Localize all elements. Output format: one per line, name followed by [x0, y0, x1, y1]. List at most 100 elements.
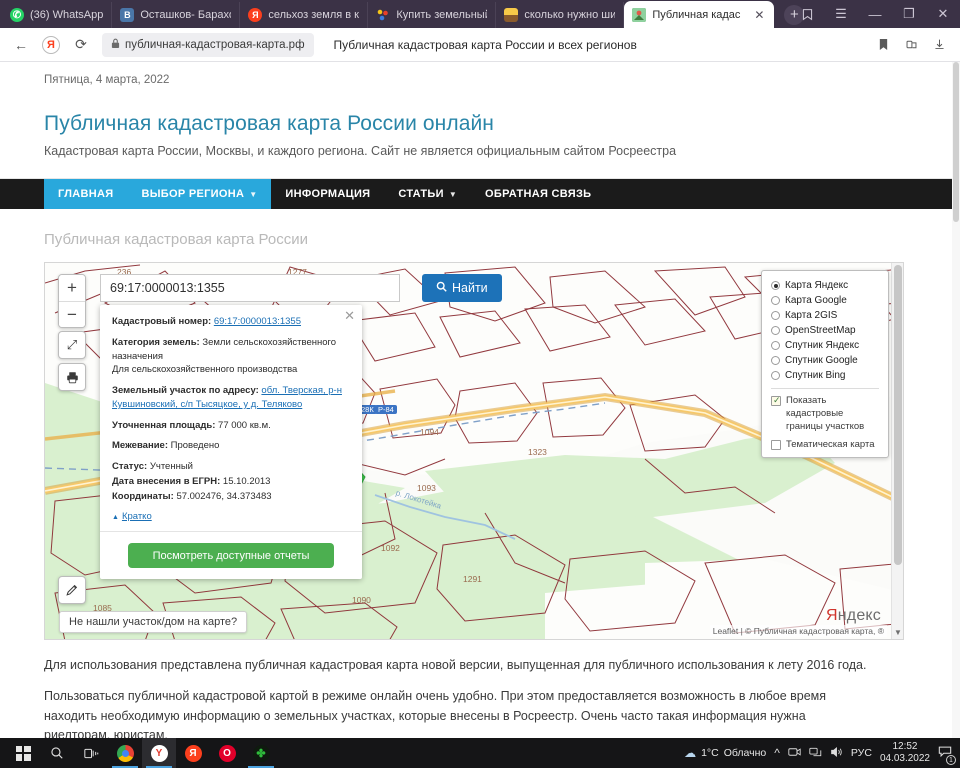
printer-icon	[59, 364, 85, 390]
nav-item-articles[interactable]: СТАТЬИ ▼	[384, 179, 471, 209]
page-scrollbar[interactable]	[952, 62, 960, 738]
parcel-info-popup: ✕ Кадастровый номер: 69:17:0000013:1355 …	[100, 305, 362, 580]
browser-tab-skolko[interactable]: сколько нужно ши	[496, 2, 625, 28]
cadastral-map[interactable]: 236 1277 238 1259 1259 233 234 299/2 109…	[44, 262, 904, 640]
view-reports-button[interactable]: Посмотреть доступные отчеты	[128, 543, 334, 569]
minimize-button[interactable]: —	[858, 0, 892, 28]
fullscreen-control[interactable]: ⤢	[58, 331, 86, 359]
address-bar[interactable]: публичная-кадастровая-карта.рф	[102, 32, 314, 57]
language-indicator[interactable]: РУС	[851, 747, 872, 759]
layer-checkbox-cadastral-borders[interactable]: Показать кадастровые границы участков	[771, 394, 879, 433]
info-label: Уточненная площадь:	[112, 419, 216, 431]
site-title: Публичная кадастровая карта России онлай…	[44, 112, 495, 135]
browser-tab-whatsapp[interactable]: (36) WhatsApp	[2, 2, 113, 28]
collections-panel-icon[interactable]	[898, 32, 924, 58]
back-button[interactable]: ←	[8, 32, 34, 58]
nav-item-feedback[interactable]: ОБРАТНАЯ СВЯЗЬ	[471, 179, 605, 209]
tab-title: сельхоз земля в ку	[268, 9, 360, 21]
volume-icon[interactable]	[830, 746, 843, 761]
show-hidden-icons-button[interactable]: ^	[774, 746, 780, 760]
taskbar-app-yandex-browser[interactable]: Y	[142, 738, 176, 768]
cadastral-number-link[interactable]: 69:17:0000013:1355	[214, 316, 301, 327]
map-attribution: Leaflet | © Публичная кадастровая карта,…	[709, 625, 887, 637]
notification-center-button[interactable]: 1	[938, 745, 956, 765]
layer-label: Карта Google	[785, 295, 847, 306]
info-label: Кадастровый номер:	[112, 316, 212, 327]
layer-checkbox-thematic-map[interactable]: Тематическая карта	[771, 438, 879, 451]
info-area: Уточненная площадь: 77 000 кв.м.	[112, 419, 350, 433]
print-control[interactable]	[58, 363, 86, 391]
not-found-parcel-button[interactable]: Не нашли участок/дом на карте?	[59, 611, 248, 633]
info-label: Межевание:	[112, 440, 168, 452]
reload-button[interactable]: ⟳	[68, 32, 94, 58]
browser-tab-kupit[interactable]: Купить земельный	[368, 2, 497, 28]
checkbox-label: Тематическая карта	[786, 439, 875, 450]
chevron-down-icon: ▼	[448, 189, 458, 199]
layer-label: Карта 2GIS	[785, 310, 838, 321]
layer-option-google-map[interactable]: Карта Google	[771, 293, 879, 308]
search-input[interactable]	[100, 274, 400, 302]
map-layers-panel: Карта Яндекс Карта Google Карта 2GIS Ope…	[761, 270, 889, 458]
layer-option-yandex-satellite[interactable]: Спутник Яндекс	[771, 338, 879, 353]
start-button[interactable]	[6, 738, 40, 768]
layer-option-yandex-map[interactable]: Карта Яндекс	[771, 278, 879, 293]
layer-option-bing-satellite[interactable]: Спутник Bing	[771, 368, 879, 383]
zoom-in-button[interactable]: +	[59, 275, 85, 301]
maximize-button[interactable]: ❐	[892, 0, 926, 28]
nav-label: СТАТЬИ	[398, 188, 444, 200]
taskbar-app-clover[interactable]: ✤	[244, 738, 278, 768]
collapse-toggle[interactable]: ▲ Кратко	[112, 511, 152, 522]
yandex-browser-icon: Y	[150, 744, 168, 762]
layer-option-openstreetmap[interactable]: OpenStreetMap	[771, 323, 879, 338]
measure-control[interactable]	[58, 576, 86, 604]
cloud-icon: ☁	[684, 746, 697, 760]
close-icon[interactable]: ✕	[344, 309, 355, 322]
close-button[interactable]: ✕	[926, 0, 960, 28]
yandex-logo-letter: Я	[825, 607, 838, 624]
taskbar-app-opera[interactable]: O	[210, 738, 244, 768]
nav-item-home[interactable]: ГЛАВНАЯ	[44, 179, 128, 209]
bookmark-icon[interactable]	[870, 32, 896, 58]
taskbar-apps: Y Я O ✤	[0, 738, 278, 768]
windows-icon	[15, 745, 31, 761]
zoom-out-button[interactable]: −	[59, 301, 85, 327]
taskbar-app-yandex[interactable]: Я	[176, 738, 210, 768]
browser-tab-yandex-search[interactable]: Я сельхоз земля в ку	[240, 2, 369, 28]
search-button[interactable]: Найти	[422, 274, 502, 302]
tab-title: Публичная кадас	[652, 8, 741, 21]
info-label: Координаты:	[112, 490, 174, 502]
chevron-down-icon[interactable]: ▼	[893, 628, 903, 637]
downloads-icon[interactable]	[926, 32, 952, 58]
browser-tab-cadastral-map[interactable]: Публичная кадас ✕	[624, 1, 775, 28]
opera-icon: O	[218, 744, 236, 762]
network-icon[interactable]	[809, 746, 822, 761]
taskbar-search-button[interactable]	[40, 738, 74, 768]
close-icon[interactable]: ✕	[752, 8, 766, 22]
yandex-icon: Я	[184, 744, 202, 762]
task-view-button[interactable]	[74, 738, 108, 768]
taskbar-app-chrome[interactable]	[108, 738, 142, 768]
yandex-profile-button[interactable]: Я	[38, 32, 64, 58]
camera-icon[interactable]	[788, 746, 801, 761]
layer-option-google-satellite[interactable]: Спутник Google	[771, 353, 879, 368]
nav-label: ИНФОРМАЦИЯ	[285, 188, 371, 200]
weather-widget[interactable]: ☁ 1°C Облачно	[684, 746, 766, 760]
triangle-up-icon: ▲	[112, 514, 119, 522]
info-value-secondary: Для сельскохозяйственного производства	[112, 364, 298, 376]
info-survey: Межевание: Проведено	[112, 439, 350, 453]
map-scrollbar-thumb[interactable]	[894, 265, 902, 565]
map-scrollbar[interactable]: ▼	[891, 263, 903, 639]
page-scrollbar-thumb[interactable]	[953, 62, 959, 222]
menu-icon[interactable]: ☰	[824, 0, 858, 28]
current-date: Пятница, 4 марта, 2022	[44, 74, 170, 86]
browser-tab-vk[interactable]: B Осташков- Барахол	[112, 2, 241, 28]
checkbox-label: Показать кадастровые границы участков	[786, 395, 865, 432]
clock[interactable]: 12:52 04.03.2022	[880, 741, 930, 765]
info-category: Категория земель: Земли сельскохозяйстве…	[112, 336, 350, 377]
layer-option-2gis-map[interactable]: Карта 2GIS	[771, 308, 879, 323]
nav-item-region-select[interactable]: ВЫБОР РЕГИОНА ▼	[127, 179, 272, 209]
layer-label: Спутник Bing	[785, 370, 846, 381]
nav-item-information[interactable]: ИНФОРМАЦИЯ	[271, 179, 384, 209]
chrome-icon	[116, 744, 134, 762]
collections-icon[interactable]	[790, 0, 824, 28]
